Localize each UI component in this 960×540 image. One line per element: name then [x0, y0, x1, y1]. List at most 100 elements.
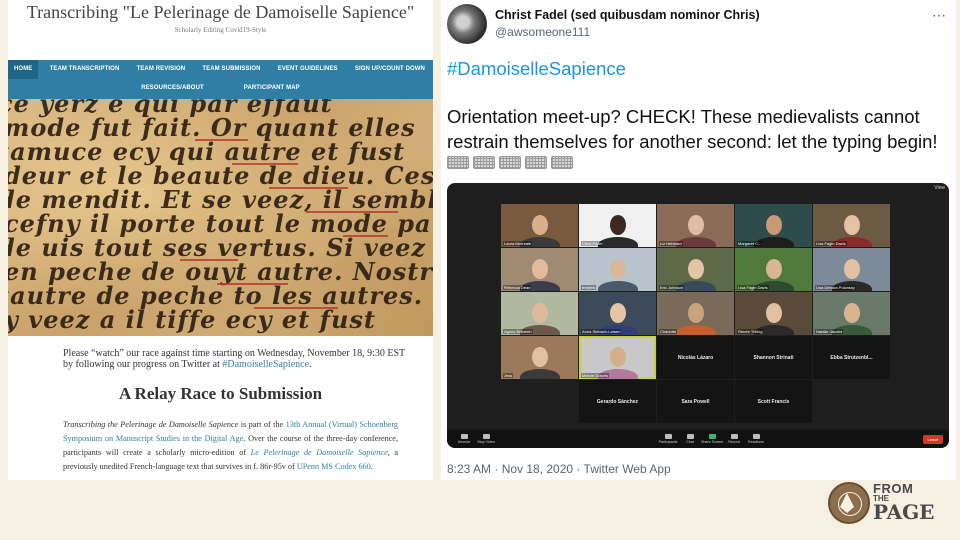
keyboard-icon: [525, 156, 547, 169]
participant-tile: Chris Fadel: [579, 204, 656, 247]
participant-face: [531, 302, 548, 323]
participant-name: Lisa Fagin Davis: [815, 241, 847, 246]
participant-face: [687, 258, 704, 279]
participant-name: Renée Trilling: [737, 329, 764, 334]
participant-face: [609, 258, 626, 279]
participant-name: frederik: [581, 285, 597, 290]
participant-tile: Nicolás Lázaro: [657, 336, 734, 379]
participant-tile: Shannon Strinati: [735, 336, 812, 379]
participant-name: Eric Johnson: [659, 285, 685, 290]
participant-name: Scott Francis: [757, 398, 790, 405]
participant-face: [765, 258, 782, 279]
participant-name: Liz Hebbard: [659, 241, 683, 246]
display-name[interactable]: Christ Fadel (sed quibusdam nominor Chri…: [495, 8, 760, 22]
participant-name: Shannon Strinati: [753, 354, 794, 361]
section-title: A Relay Race to Submission: [118, 384, 323, 403]
participant-tile: [501, 380, 578, 423]
participant-tile: Marcie Graves: [579, 336, 656, 379]
participant-name: Margaret C...: [737, 241, 763, 246]
hashtag-link[interactable]: #DamoiselleSapience: [222, 359, 309, 370]
participant-tile: Anna Siebach-Larsen: [579, 292, 656, 335]
reactions-icon: [752, 434, 760, 439]
participant-name: Ebba Strutzenbl...: [830, 354, 873, 361]
nav-item-team-transcription[interactable]: TEAM TRANSCRIPTION: [44, 60, 126, 79]
website-panel: Transcribing "Le Pelerinage de Damoisell…: [8, 0, 433, 480]
tweet-card: Christ Fadel (sed quibusdam nominor Chri…: [441, 0, 956, 480]
tweet-timestamp[interactable]: 8:23 AM · Nov 18, 2020 · Twitter Web App: [447, 462, 671, 476]
participant-face: [609, 302, 626, 323]
leave-button: Leave: [923, 435, 943, 444]
unmute-button: Unmute: [453, 434, 475, 444]
logo-page: PAGE: [873, 500, 935, 524]
participant-name: Rebecca Dean: [503, 285, 532, 290]
nav-item-sign-up-count-down[interactable]: SIGN UP/COUNT DOWN: [349, 60, 431, 79]
logo-wordmark: FROM THE PAGE: [873, 482, 935, 524]
participant-body: [519, 369, 560, 379]
from-the-page-logo: FROM THE PAGE: [826, 481, 946, 527]
participant-name: Jess: [503, 373, 514, 378]
participants-icon: [664, 434, 672, 439]
participant-tile: Sara Powell: [657, 380, 734, 423]
toolbar-label: Stop Video: [477, 440, 495, 444]
work-title: Transcribing the Pelerinage de Damoisell…: [63, 420, 239, 429]
participant-tile: Lisa Fagin Davis: [813, 204, 890, 247]
toolbar-label: Record: [728, 440, 740, 444]
participant-face: [687, 302, 704, 323]
pelerinage-link[interactable]: Le Pelerinage de Damoiselle Sapience: [251, 448, 388, 457]
tweet-text: Orientation meet-up? CHECK! These mediev…: [447, 106, 938, 152]
keyboard-icon: [473, 156, 495, 169]
participant-name: Anna Siebach-Larsen: [581, 329, 622, 334]
participant-face: [843, 302, 860, 323]
manuscript-image: ce yerz e qui par effaut mode fut fait. O…: [8, 99, 433, 336]
zoom-toolbar: Unmute Stop Video Participants Chat Share Sc…: [447, 430, 949, 448]
participant-name: Lisa Fagin Davis: [737, 285, 769, 290]
site-content: Please “watch” our race against time sta…: [8, 336, 433, 474]
paragraph-text: .: [370, 462, 373, 471]
participant-tile: Margaret C...: [735, 204, 812, 247]
participant-name: Chris Fadel: [581, 241, 604, 246]
nav-item-event-guidelines[interactable]: EVENT GUIDELINES: [272, 60, 344, 79]
unmute-icon: [460, 434, 468, 439]
codex-link[interactable]: UPenn MS Codex 660: [297, 462, 371, 471]
announcement-end: .: [309, 359, 312, 370]
participant-body: [597, 281, 638, 291]
participant-tile: Agnes Brillstein: [501, 292, 578, 335]
participant-name: Nicolás Lázaro: [677, 354, 714, 361]
tweet-hashtag[interactable]: #DamoiselleSapience: [447, 58, 626, 80]
participants-button: Participants: [657, 434, 679, 444]
participant-name: Natalie Jacobs: [815, 329, 844, 334]
nav-row-2: RESOURCES/ABOUT PARTICIPANT MAP: [8, 79, 433, 98]
chat-icon: [686, 434, 694, 439]
participant-name: Marcie Graves: [581, 373, 610, 378]
user-handle[interactable]: @awsomeone111: [495, 25, 590, 39]
share-screen-icon: [708, 434, 716, 439]
participant-name: Laura Morreale: [503, 241, 533, 246]
zoom-screenshot[interactable]: View Laura Morreale Chris Fadel Liz Hebbar…: [447, 183, 949, 448]
toolbar-label: Chat: [686, 440, 694, 444]
participant-name: Gerardo Sánchez: [596, 398, 639, 405]
toolbar-label: Share Screen: [701, 440, 723, 444]
nav-item-home[interactable]: HOME: [8, 60, 39, 79]
more-horizontal-icon[interactable]: ⋯: [932, 7, 946, 24]
nav-item-participant-map[interactable]: PARTICIPANT MAP: [238, 79, 306, 98]
participant-tile: frederik: [579, 248, 656, 291]
participant-face: [843, 258, 860, 279]
participant-face: [609, 346, 626, 367]
participant-face: [687, 214, 704, 235]
nav-item-team-revision[interactable]: TEAM REVISION: [131, 60, 192, 79]
participant-grid: Laura Morreale Chris Fadel Liz Hebbard Marg…: [501, 204, 890, 423]
participant-tile: Ebba Strutzenbl...: [813, 336, 890, 379]
manuscript-line: y veez a il tiffe ecy et fust: [8, 305, 377, 334]
keyboard-emojis: [447, 156, 573, 169]
participant-tile: Lisa Debora Polonsky: [813, 248, 890, 291]
record-button: Record: [723, 434, 745, 444]
participant-tile: Natalie Jacobs: [813, 292, 890, 335]
avatar[interactable]: [447, 4, 487, 44]
site-nav: HOME TEAM TRANSCRIPTION TEAM REVISION TEAM …: [8, 60, 433, 99]
keyboard-icon: [551, 156, 573, 169]
participant-face: [531, 258, 548, 279]
nav-item-team-submission[interactable]: TEAM SUBMISSION: [196, 60, 266, 79]
nav-item-resources-about[interactable]: RESOURCES/ABOUT: [135, 79, 210, 98]
participant-name: Agnes Brillstein: [503, 329, 533, 334]
participant-face: [765, 214, 782, 235]
